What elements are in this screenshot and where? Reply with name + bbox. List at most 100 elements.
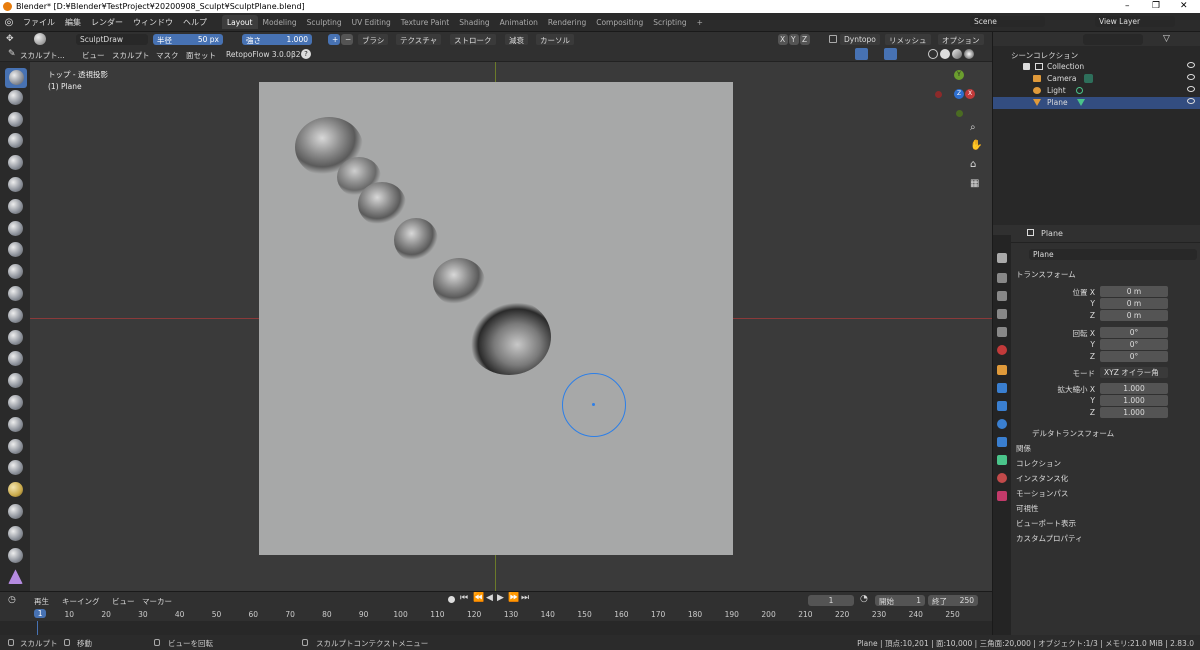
- location-y-field[interactable]: 0 m: [1100, 298, 1168, 309]
- smooth-brush-icon[interactable]: [8, 264, 24, 280]
- falloff-menu[interactable]: 減衰: [505, 34, 528, 45]
- brush-menu[interactable]: ブラシ: [358, 34, 389, 45]
- record-icon[interactable]: [448, 596, 455, 603]
- tab-compositing[interactable]: Compositing: [591, 15, 648, 29]
- instancing-section[interactable]: インスタンス化: [1016, 473, 1068, 484]
- fill-brush-icon[interactable]: [8, 307, 24, 324]
- prev-keyframe-icon[interactable]: ⏪: [473, 593, 484, 603]
- jump-end-icon[interactable]: ⏭: [521, 593, 529, 603]
- tab-shading[interactable]: Shading: [454, 15, 494, 29]
- gizmo-toggle-icon[interactable]: [855, 48, 868, 60]
- scale-y-field[interactable]: 1.000: [1100, 395, 1168, 406]
- delta-transform-section[interactable]: デルタトランスフォーム: [1032, 428, 1114, 439]
- rotation-x-field[interactable]: 0°: [1100, 327, 1168, 338]
- clay-strips-brush-icon[interactable]: [8, 133, 24, 149]
- pose-brush-icon[interactable]: [8, 482, 24, 498]
- scale-z-field[interactable]: 1.000: [1100, 407, 1168, 418]
- options-menu[interactable]: オプション: [938, 34, 984, 45]
- pinch-brush-icon[interactable]: [8, 373, 24, 389]
- object-tab-icon[interactable]: [997, 365, 1007, 375]
- view-layer-tab-icon[interactable]: [997, 309, 1007, 319]
- symmetry-z-toggle[interactable]: Z: [800, 34, 810, 45]
- visibility-section[interactable]: 可視性: [1016, 503, 1039, 514]
- rotation-mode-dropdown[interactable]: XYZ オイラー角: [1100, 367, 1168, 378]
- snake-hook-brush-icon[interactable]: [8, 438, 24, 455]
- direction-subtract-button[interactable]: −: [341, 34, 353, 45]
- jump-start-icon[interactable]: ⏮: [460, 593, 468, 603]
- location-x-field[interactable]: 0 m: [1100, 286, 1168, 297]
- menu-keying[interactable]: キーイング: [62, 596, 100, 607]
- crease-brush-icon[interactable]: [8, 242, 24, 258]
- menu-window[interactable]: ウィンドウ: [128, 17, 178, 28]
- rotation-z-field[interactable]: 0°: [1100, 351, 1168, 362]
- object-name-field[interactable]: Plane: [1029, 249, 1197, 260]
- multiplane-scrape-brush-icon[interactable]: [8, 351, 24, 367]
- layer-brush-icon[interactable]: [8, 177, 24, 193]
- menu-mask[interactable]: マスク: [156, 50, 179, 61]
- stroke-menu[interactable]: ストローク: [450, 34, 496, 45]
- eye-icon[interactable]: [1187, 98, 1195, 104]
- dyntopo-menu[interactable]: Dyntopo: [840, 34, 880, 45]
- cloth-brush-icon[interactable]: [8, 569, 24, 585]
- texture-tab-icon[interactable]: [997, 491, 1007, 501]
- tab-layout[interactable]: Layout: [222, 15, 258, 29]
- editor-type-icon[interactable]: ✥: [6, 34, 14, 44]
- overlay-toggle-icon[interactable]: [884, 48, 897, 60]
- gizmo-neg-x[interactable]: [935, 91, 942, 98]
- brush-preview-icon[interactable]: [34, 33, 46, 45]
- filter-icon[interactable]: ▽: [1163, 34, 1170, 44]
- start-frame-field[interactable]: 開始 1: [875, 595, 925, 606]
- scale-x-field[interactable]: 1.000: [1100, 383, 1168, 394]
- menu-render[interactable]: レンダー: [86, 17, 128, 28]
- modifier-tab-icon[interactable]: [997, 383, 1007, 393]
- tab-sculpting[interactable]: Sculpting: [302, 15, 347, 29]
- light-data-icon[interactable]: [1076, 87, 1083, 94]
- menu-view-timeline[interactable]: ビュー: [112, 596, 135, 607]
- scene-selector[interactable]: Scene: [970, 16, 1045, 27]
- world-tab-icon[interactable]: [997, 345, 1007, 355]
- eye-icon[interactable]: [1187, 62, 1195, 68]
- grab-brush-icon[interactable]: [8, 395, 24, 411]
- wireframe-shading-icon[interactable]: [928, 49, 938, 59]
- plane-mesh[interactable]: [259, 82, 733, 555]
- render-tab-icon[interactable]: [997, 273, 1007, 283]
- menu-help[interactable]: ヘルプ: [178, 17, 212, 28]
- clay-thumb-brush-icon[interactable]: [8, 155, 24, 171]
- tab-texture-paint[interactable]: Texture Paint: [396, 15, 454, 29]
- slide-relax-brush-icon[interactable]: [8, 547, 24, 564]
- elastic-deform-brush-icon[interactable]: [8, 416, 24, 433]
- outliner-item-light[interactable]: Light: [993, 85, 1200, 97]
- gizmo-x-axis[interactable]: X: [965, 89, 975, 99]
- blob-brush-icon[interactable]: [8, 220, 24, 237]
- help-button[interactable]: ?: [301, 49, 311, 59]
- motion-paths-section[interactable]: モーションパス: [1016, 488, 1068, 499]
- gizmo-neg-y[interactable]: [956, 110, 963, 117]
- zoom-icon[interactable]: ⌕: [970, 122, 976, 133]
- remesh-menu[interactable]: リメッシュ: [885, 34, 931, 45]
- retopoflow-menu[interactable]: RetopoFlow 3.0.0β2: [226, 50, 301, 59]
- gizmo-z-axis[interactable]: Z: [954, 89, 964, 99]
- custom-properties-section[interactable]: カスタムプロパティ: [1016, 533, 1083, 544]
- current-frame-field[interactable]: 1: [808, 595, 854, 606]
- scene-tab-icon[interactable]: [997, 327, 1007, 337]
- thumb-brush-icon[interactable]: [8, 460, 24, 476]
- checkbox-icon[interactable]: [1023, 63, 1030, 70]
- close-button[interactable]: ✕: [1180, 1, 1188, 11]
- nudge-brush-icon[interactable]: [8, 504, 24, 520]
- end-frame-field[interactable]: 終了 250: [928, 595, 978, 606]
- cursor-menu[interactable]: カーソル: [536, 34, 574, 45]
- strength-field[interactable]: 強さ 1.000: [242, 34, 312, 45]
- tab-scripting[interactable]: Scripting: [648, 15, 691, 29]
- physics-tab-icon[interactable]: [997, 419, 1007, 429]
- material-shading-icon[interactable]: [952, 49, 962, 59]
- viewport-display-section[interactable]: ビューポート表示: [1016, 518, 1076, 529]
- camera-data-icon[interactable]: [1084, 74, 1093, 83]
- eye-icon[interactable]: [1187, 86, 1195, 92]
- minimize-button[interactable]: –: [1125, 1, 1130, 11]
- output-tab-icon[interactable]: [997, 291, 1007, 301]
- outliner-item-camera[interactable]: Camera: [993, 73, 1200, 85]
- inflate-brush-icon[interactable]: [8, 198, 24, 215]
- symmetry-y-toggle[interactable]: Y: [789, 34, 799, 45]
- timeline-ruler[interactable]: 1 10 20 30 40 50 60 70 80 90 100 110 120 130 140 150 160…: [0, 607, 992, 621]
- pan-hand-icon[interactable]: ✋: [970, 140, 982, 151]
